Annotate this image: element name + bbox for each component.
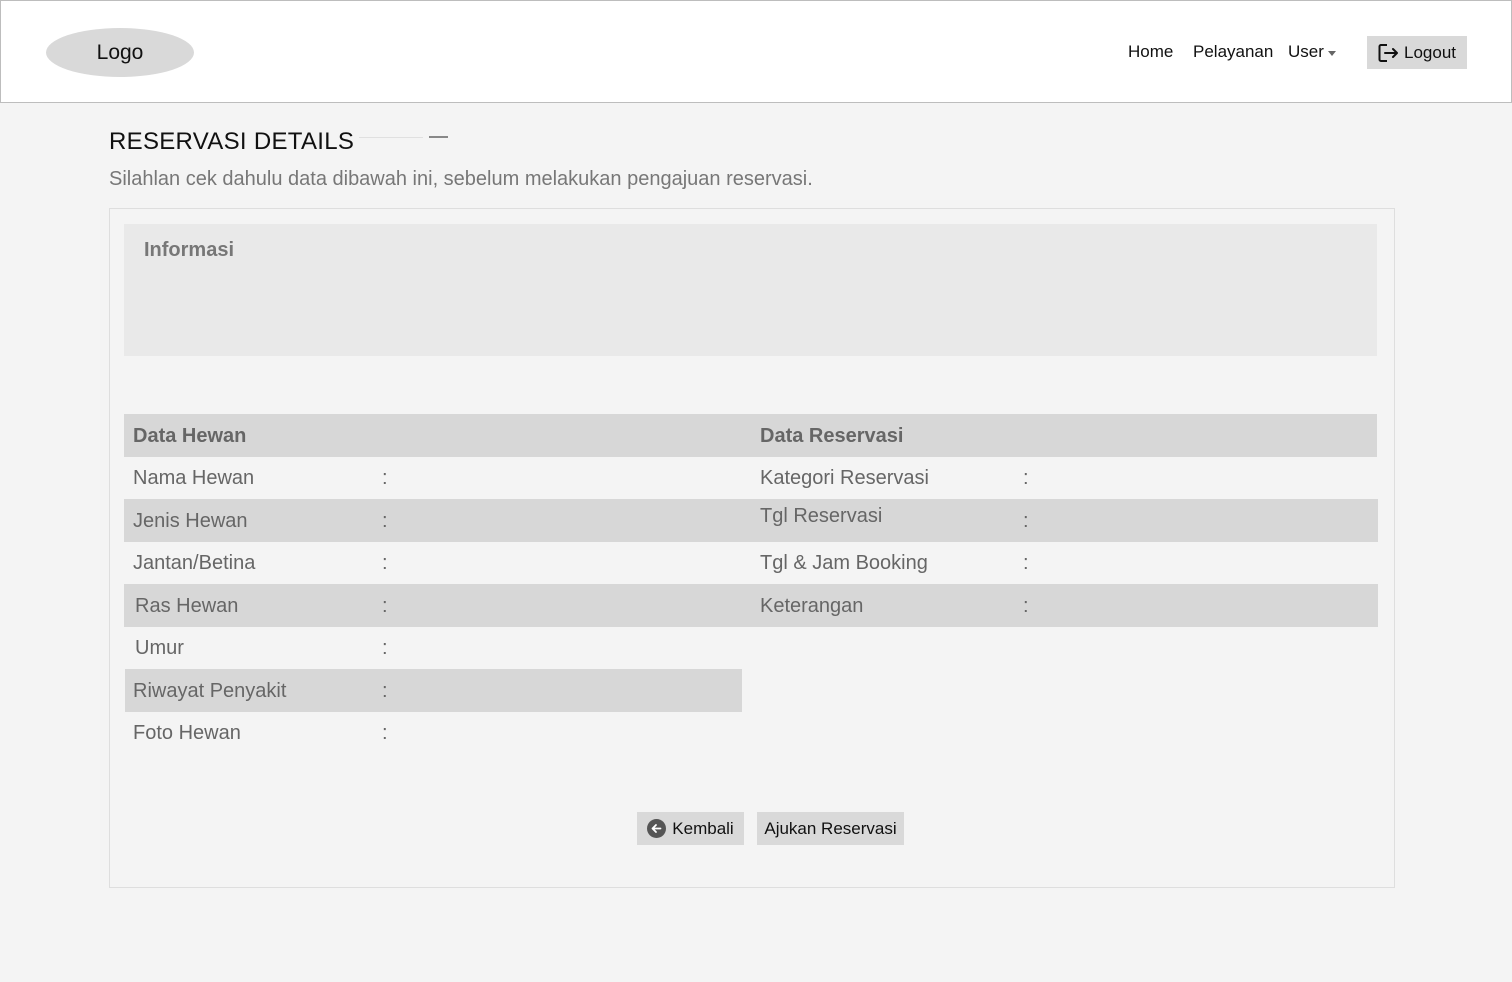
caret-down-icon (1327, 50, 1336, 56)
table-row-band (124, 584, 1378, 627)
field-separator: : (382, 552, 388, 574)
field-label-umur: Umur (135, 637, 184, 659)
logout-button[interactable]: Logout (1367, 36, 1467, 69)
submit-reservation-label: Ajukan Reservasi (764, 818, 897, 838)
field-separator: : (382, 595, 388, 617)
field-label-jenis-hewan: Jenis Hewan (133, 510, 248, 532)
logo[interactable]: Logo (46, 28, 194, 77)
logout-icon (1378, 43, 1398, 62)
data-hewan-heading: Data Hewan (133, 425, 247, 447)
logout-label: Logout (1404, 42, 1456, 62)
field-label-riwayat-penyakit: Riwayat Penyakit (133, 680, 287, 702)
page-subtitle: Silahlan cek dahulu data dibawah ini, se… (109, 168, 813, 190)
field-label-foto-hewan: Foto Hewan (133, 722, 241, 744)
field-separator: : (1023, 595, 1029, 617)
field-label-jantan-betina: Jantan/Betina (133, 552, 256, 574)
field-label-tgl-jam-booking: Tgl & Jam Booking (760, 552, 928, 574)
field-separator: : (382, 680, 388, 702)
info-title: Informasi (144, 239, 235, 261)
field-label-tgl-reservasi: Tgl Reservasi (760, 505, 883, 527)
title-divider-accent (429, 136, 448, 138)
nav-home-link[interactable]: Home (1128, 42, 1173, 62)
field-label-ras-hewan: Ras Hewan (135, 595, 239, 617)
table-row-band (124, 499, 1378, 542)
page-title: RESERVASI DETAILS (109, 128, 355, 155)
nav-pelayanan-link[interactable]: Pelayanan (1193, 42, 1273, 62)
field-separator: : (382, 467, 388, 489)
navbar: Logo Home Pelayanan User Logout (0, 0, 1512, 103)
field-separator: : (382, 510, 388, 532)
user-menu[interactable]: User (1288, 42, 1336, 62)
field-separator: : (382, 722, 388, 744)
field-label-keterangan: Keterangan (760, 595, 864, 617)
back-button-label: Kembali (672, 818, 734, 838)
field-separator: : (382, 637, 388, 659)
user-menu-label: User (1288, 42, 1324, 61)
field-label-kategori-reservasi: Kategori Reservasi (760, 467, 929, 489)
data-reservasi-heading: Data Reservasi (760, 425, 904, 447)
submit-reservation-button[interactable]: Ajukan Reservasi (757, 812, 904, 845)
field-separator: : (1023, 510, 1029, 532)
arrow-left-circle-icon (647, 819, 667, 838)
back-button[interactable]: Kembali (637, 812, 744, 845)
field-separator: : (1023, 552, 1029, 574)
table-header-band (124, 414, 1377, 457)
field-separator: : (1023, 467, 1029, 489)
info-panel: Informasi (124, 224, 1377, 356)
field-label-nama-hewan: Nama Hewan (133, 467, 255, 489)
title-divider (359, 137, 423, 138)
